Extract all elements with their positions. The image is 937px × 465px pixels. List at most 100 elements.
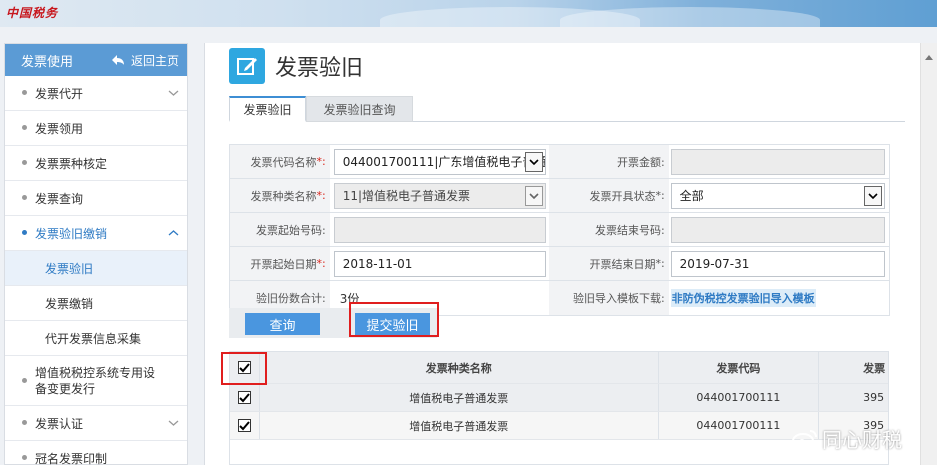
sidebar-item-tax-device-change[interactable]: 增值税税控系统专用设备变更发行	[5, 356, 187, 406]
sidebar-header: 发票使用 返回主页	[5, 44, 187, 76]
sidebar-subitem-proxy-info-collect[interactable]: 代开发票信息采集	[5, 321, 187, 356]
template-label: 验旧导入模板下载:	[549, 281, 669, 315]
end-date-label: 开票结束日期 *:	[549, 247, 669, 280]
bullet-icon	[22, 125, 27, 130]
sidebar-item-label: 发票验旧缴销	[35, 226, 108, 241]
start-no-label: 发票起始号码:	[230, 213, 330, 246]
sidebar-item-label: 增值税税控系统专用设备变更发行	[35, 365, 156, 396]
sidebar-item-invoice-verify-cancel[interactable]: 发票验旧缴销	[5, 216, 187, 251]
column-header-type-name: 发票种类名称	[260, 352, 659, 383]
chevron-down-icon	[168, 420, 179, 426]
edit-document-icon	[229, 48, 265, 84]
cell-code: 044001700111	[659, 384, 820, 411]
end-no-input	[670, 216, 885, 243]
back-arrow-icon	[111, 55, 124, 65]
bullet-icon	[22, 160, 27, 165]
type-name-select[interactable]: 11|增值税电子普通发票	[333, 182, 546, 209]
sidebar-item-label: 发票票种核定	[35, 156, 108, 171]
select-arrow-icon[interactable]	[524, 185, 543, 206]
sidebar: 发票使用 返回主页 发票代开 发票领用 发票票种核定 发票查询 发票验旧缴销 发…	[4, 43, 188, 465]
row-checkbox[interactable]	[237, 419, 251, 432]
sidebar-item-label: 发票领用	[35, 121, 84, 136]
bullet-icon	[22, 420, 27, 425]
banner-logo: 中国税务	[6, 6, 59, 20]
cell-type-name: 增值税电子普通发票	[260, 384, 659, 411]
end-date-value: 2019-07-31	[679, 256, 750, 271]
start-no-input	[333, 216, 546, 243]
issue-status-label: 发票开具状态 *:	[549, 179, 669, 212]
issue-status-value: 全部	[679, 189, 704, 203]
start-date-input[interactable]: 2018-11-01	[333, 250, 546, 277]
sidebar-subitem-label: 代开发票信息采集	[45, 331, 142, 346]
bullet-icon	[22, 377, 27, 383]
tab-invoice-verify-query[interactable]: 发票验旧查询	[306, 96, 413, 122]
table-header: 发票种类名称 发票代码 发票	[230, 352, 888, 384]
highlight-checkbox-box	[221, 352, 267, 385]
table-row: 增值税电子普通发票 044001700111 395	[230, 412, 888, 440]
code-name-value: 044001700111|广东增值税电子普通	[342, 155, 546, 169]
end-date-input[interactable]: 2019-07-31	[670, 250, 885, 277]
sidebar-subitem-invoice-verify[interactable]: 发票验旧	[5, 251, 187, 286]
weibo-icon	[792, 429, 817, 449]
form-row: 开票起始日期 *: 2018-11-01 开票结束日期 *: 2019-07-31	[230, 247, 889, 281]
sidebar-item-named-invoice-print[interactable]: 冠名发票印制	[5, 441, 187, 465]
sidebar-item-invoice-issue[interactable]: 发票代开	[5, 76, 187, 111]
sidebar-item-invoice-query[interactable]: 发票查询	[5, 181, 187, 216]
column-header-number: 发票	[863, 361, 886, 375]
sidebar-item-label: 发票查询	[35, 191, 84, 206]
page-header: 发票验旧	[229, 48, 363, 84]
type-name-value: 11|增值税电子普通发票	[342, 189, 471, 203]
invoice-table: 发票种类名称 发票代码 发票 增值税电子普通发票 044001700111 39…	[229, 351, 889, 465]
bullet-icon	[22, 195, 27, 200]
tab-invoice-verify[interactable]: 发票验旧	[229, 96, 306, 122]
top-banner: 中国税务	[0, 0, 937, 27]
tab-bar: 发票验旧 发票验旧查询	[229, 96, 905, 122]
issue-status-select[interactable]: 全部	[670, 182, 885, 209]
code-name-label: 发票代码名称 *:	[230, 145, 330, 178]
chevron-down-icon	[168, 90, 179, 96]
query-button[interactable]: 查询	[245, 313, 320, 335]
row-checkbox[interactable]	[237, 391, 251, 404]
sidebar-item-invoice-type-approve[interactable]: 发票票种核定	[5, 146, 187, 181]
bullet-icon	[22, 90, 27, 95]
sidebar-subitem-label: 发票验旧	[45, 261, 94, 276]
watermark-text: 同心财税	[822, 428, 902, 452]
select-arrow-icon[interactable]	[524, 151, 543, 172]
sidebar-subitem-invoice-cancel[interactable]: 发票缴销	[5, 286, 187, 321]
sidebar-item-invoice-receive[interactable]: 发票领用	[5, 111, 187, 146]
page-title: 发票验旧	[275, 56, 364, 81]
sidebar-title: 发票使用	[21, 54, 74, 70]
column-header-code: 发票代码	[659, 352, 820, 383]
verify-form: 发票代码名称 *: 044001700111|广东增值税电子普通 开票金额: 发票…	[229, 144, 890, 316]
code-name-select[interactable]: 044001700111|广东增值税电子普通	[333, 148, 546, 175]
amount-input	[670, 148, 885, 175]
sidebar-item-label: 发票代开	[35, 86, 84, 101]
back-home-button[interactable]: 返回主页	[111, 52, 179, 69]
bullet-icon	[22, 230, 27, 235]
sidebar-item-label: 发票认证	[35, 416, 84, 431]
type-name-label: 发票种类名称 *:	[230, 179, 330, 212]
cell-number: 395	[863, 391, 885, 404]
cell-type-name: 增值税电子普通发票	[260, 412, 659, 439]
scroll-up-icon[interactable]	[925, 55, 933, 60]
sidebar-subitem-label: 发票缴销	[45, 296, 94, 311]
highlight-submit-box	[349, 302, 439, 337]
start-date-label: 开票起始日期 *:	[230, 247, 330, 280]
form-row: 发票代码名称 *: 044001700111|广东增值税电子普通 开票金额:	[230, 145, 889, 179]
select-arrow-icon[interactable]	[863, 185, 882, 206]
chevron-up-icon	[168, 230, 179, 236]
watermark: 同心财税	[792, 424, 902, 453]
form-row: 发票种类名称 *: 11|增值税电子普通发票 发票开具状态 *: 全部	[230, 179, 889, 213]
template-download-link[interactable]: 非防伪税控发票验旧导入模板	[670, 289, 816, 307]
bullet-icon	[22, 455, 27, 460]
sidebar-item-invoice-auth[interactable]: 发票认证	[5, 406, 187, 441]
banner-decoration	[560, 7, 820, 27]
table-row: 增值税电子普通发票 044001700111 395	[230, 384, 888, 412]
form-row: 发票起始号码: 发票结束号码:	[230, 213, 889, 247]
main-panel: 发票验旧 发票验旧 发票验旧查询 发票代码名称 *: 044001700111|广…	[204, 43, 937, 465]
end-no-label: 发票结束号码:	[549, 213, 669, 246]
sidebar-item-label: 冠名发票印制	[35, 451, 108, 465]
vertical-scrollbar[interactable]	[920, 43, 937, 465]
amount-label: 开票金额:	[549, 145, 669, 178]
start-date-value: 2018-11-01	[342, 256, 413, 271]
